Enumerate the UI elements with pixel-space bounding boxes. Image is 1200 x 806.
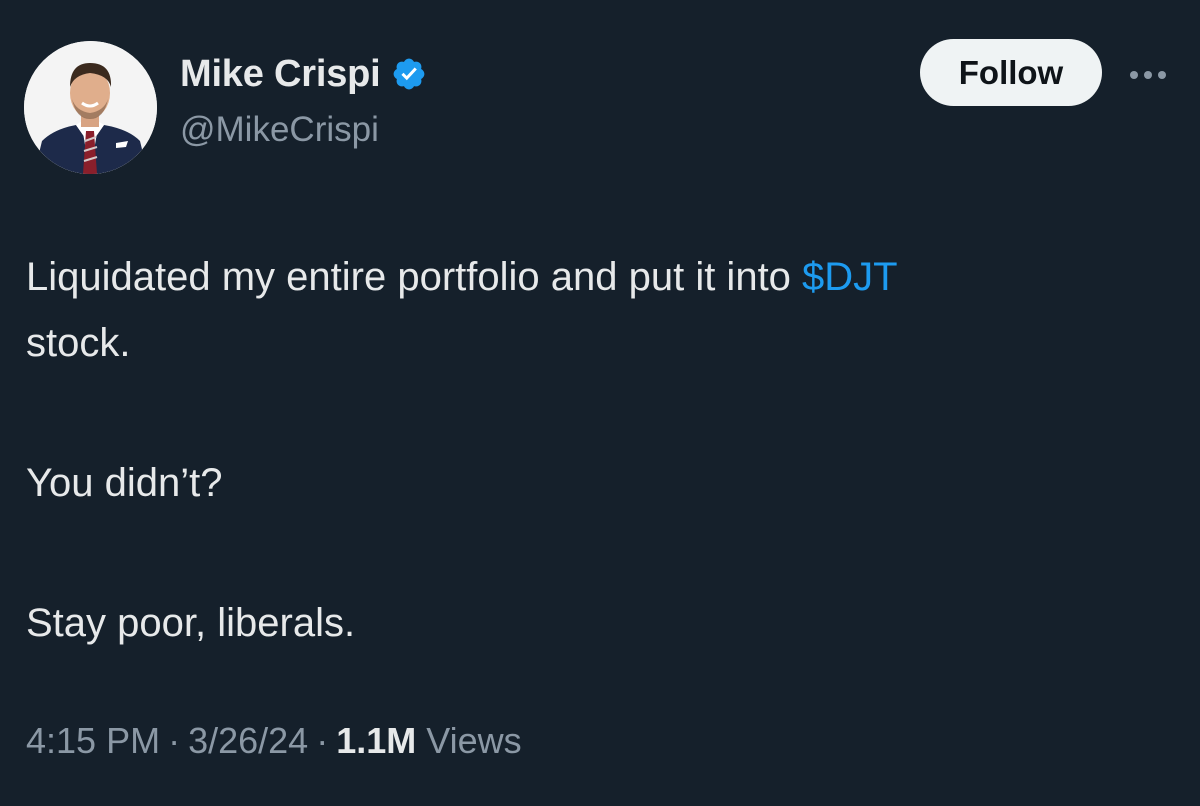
meta-separator: · <box>316 720 329 761</box>
follow-button[interactable]: Follow <box>920 39 1102 106</box>
meta-separator: · <box>168 720 181 761</box>
views-count[interactable]: 1.1M <box>336 720 416 762</box>
author-display-name[interactable]: Mike Crispi <box>180 53 381 96</box>
views-label: Views <box>426 720 522 761</box>
avatar-photo <box>24 41 157 174</box>
tweet-time[interactable]: 4:15 PM <box>26 720 160 762</box>
tweet-text: Liquidated my entire portfolio and put i… <box>26 244 1176 656</box>
cashtag-link[interactable]: $DJT <box>802 255 898 299</box>
tweet-date[interactable]: 3/26/24 <box>188 720 308 762</box>
more-horizontal-icon[interactable] <box>1126 60 1170 90</box>
tweet-line-3: You didn’t? <box>26 461 223 505</box>
author-handle[interactable]: @MikeCrispi <box>180 110 379 150</box>
tweet-line-2: stock. <box>26 321 131 365</box>
author-avatar[interactable] <box>24 41 157 174</box>
tweet-card: Mike Crispi @MikeCrispi Follow Liquidate… <box>0 0 1200 806</box>
verified-badge-icon[interactable] <box>391 56 427 92</box>
tweet-line-1-text: Liquidated my entire portfolio and put i… <box>26 255 803 299</box>
tweet-line-1: Liquidated my entire portfolio and put i… <box>26 244 1176 310</box>
author-name-row: Mike Crispi <box>180 52 427 96</box>
tweet-meta: 4:15 PM · 3/26/24 · 1.1M Views <box>26 720 522 762</box>
tweet-line-4: Stay poor, liberals. <box>26 601 356 645</box>
